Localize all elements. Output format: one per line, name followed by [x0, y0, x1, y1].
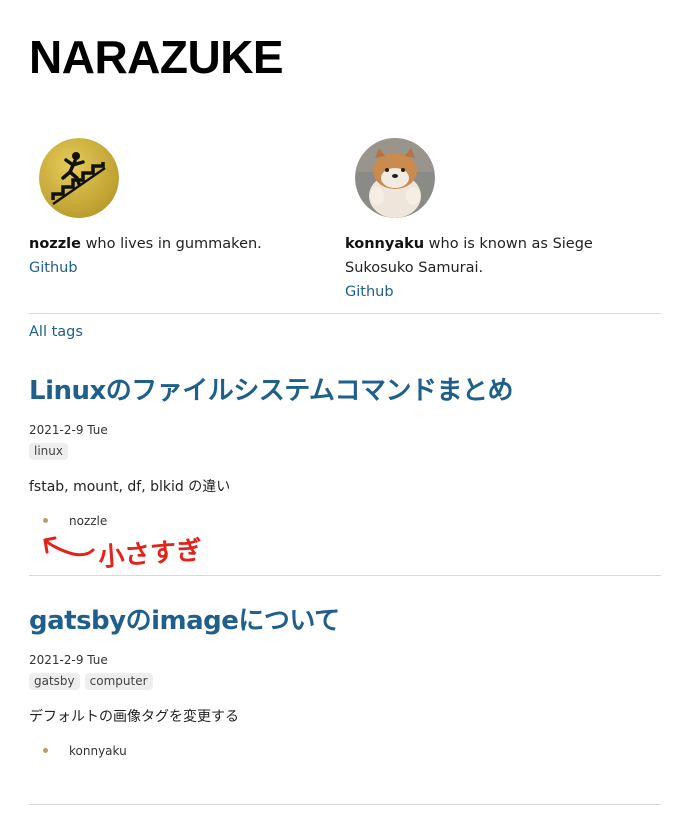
post-excerpt: fstab, mount, df, blkid の違い — [29, 479, 231, 496]
list-item: konnyaku — [29, 742, 661, 760]
plush-dog-photo — [355, 138, 435, 218]
post-title[interactable]: gatsbyのimageについて — [29, 606, 661, 637]
github-link-nozzle[interactable]: Github — [29, 260, 78, 276]
tag-gatsby[interactable]: gatsby — [29, 673, 80, 691]
author-bio-konnyaku: konnyaku who is known as Siege Sukosuko … — [345, 138, 665, 304]
handwritten-annotation: 小さすぎ — [43, 536, 203, 573]
bullet-icon — [43, 518, 48, 524]
post-author: konnyaku — [69, 744, 127, 759]
site-title[interactable]: NARAZUKE — [29, 34, 284, 80]
divider — [29, 804, 661, 805]
divider — [29, 575, 661, 576]
author-bio-nozzle: nozzle who lives in gummaken. Github — [29, 138, 319, 280]
author-name: nozzle — [29, 236, 81, 252]
post-card: gatsbyのimageについて 2021-2-9 Tue gatsby comp… — [29, 606, 661, 760]
avatar-konnyaku — [355, 138, 435, 218]
annotation-text: 小さすぎ — [97, 536, 203, 573]
falling-stairs-icon — [39, 138, 119, 218]
post-date: 2021-2-9 Tue — [29, 653, 108, 668]
post-author: nozzle — [69, 514, 108, 529]
post-date: 2021-2-9 Tue — [29, 423, 108, 438]
post-excerpt: デフォルトの画像タグを変更する — [29, 709, 239, 726]
bullet-icon — [43, 748, 48, 754]
author-bio-text: konnyaku who is known as Siege Sukosuko … — [345, 232, 665, 280]
author-bio-text: nozzle who lives in gummaken. — [29, 232, 319, 256]
author-name: konnyaku — [345, 236, 425, 252]
all-tags-link[interactable]: All tags — [29, 324, 83, 340]
tag-computer[interactable]: computer — [84, 673, 153, 691]
post-card: Linuxのファイルシステムコマンドまとめ 2021-2-9 Tue linux… — [29, 376, 661, 530]
github-link-konnyaku[interactable]: Github — [345, 284, 394, 300]
post-title[interactable]: Linuxのファイルシステムコマンドまとめ — [29, 376, 661, 407]
avatar-nozzle — [39, 138, 119, 218]
author-description: who lives in gummaken. — [80, 236, 262, 252]
post-tags: gatsby computer — [29, 670, 661, 691]
divider — [29, 313, 661, 314]
tag-linux[interactable]: linux — [29, 443, 68, 461]
post-authors: konnyaku — [29, 742, 661, 760]
post-tags: linux — [29, 440, 661, 461]
